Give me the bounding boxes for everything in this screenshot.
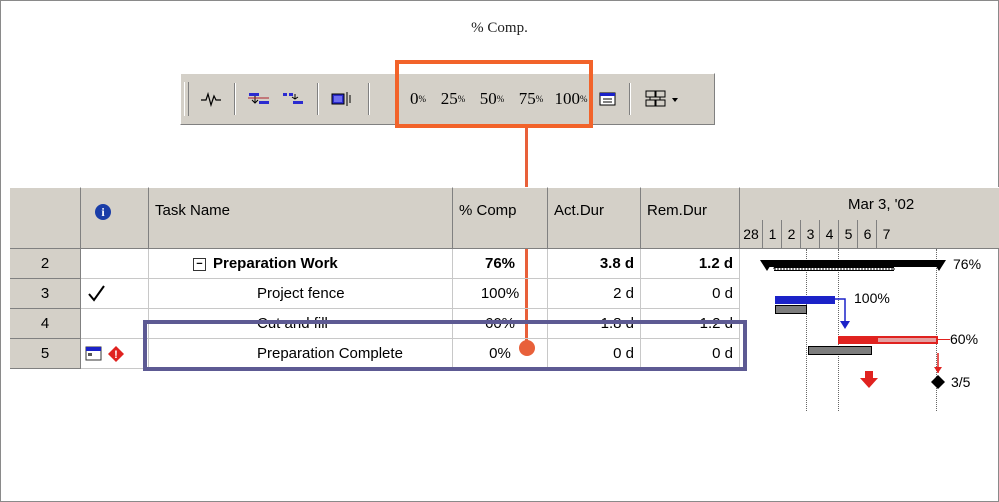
indicator-cell [81, 249, 149, 279]
indicator-cell [81, 309, 149, 339]
indicators-column-header[interactable]: i [81, 187, 149, 249]
cut-and-fill-row-highlight [143, 320, 747, 371]
day-label: 7 [876, 220, 896, 249]
row-header[interactable]: 2 [10, 249, 81, 279]
bar-label: 76% [953, 256, 982, 272]
chevron-down-icon [672, 98, 678, 102]
calendar-constraint-icon [85, 346, 102, 361]
link-icon[interactable] [245, 86, 273, 112]
link-arrow [835, 298, 850, 329]
day-label: 6 [857, 220, 877, 249]
day-label: 2 [781, 220, 801, 249]
toolbar-separator [234, 83, 236, 115]
milestone-arrow [860, 371, 878, 388]
day-label: 1 [762, 220, 782, 249]
collapse-icon[interactable]: − [193, 257, 206, 271]
progress-bar[interactable] [775, 296, 835, 304]
baseline-bar [808, 346, 872, 355]
toolbar-separator [629, 83, 631, 115]
split-task-icon[interactable] [197, 86, 225, 112]
column-header-pct-comp[interactable]: % Comp [453, 187, 548, 249]
figure-caption: % Comp. [471, 20, 528, 36]
connector-line [938, 339, 950, 340]
bar-label: 60% [950, 331, 979, 347]
reschedule-icon[interactable] [639, 86, 685, 112]
toolbar-grip[interactable] [184, 82, 189, 116]
baseline-bar [775, 305, 807, 314]
task-table: i Task Name % Comp Act.Dur Rem.Dur 2 − Pr… [10, 187, 740, 439]
column-header-act-dur[interactable]: Act.Dur [548, 187, 641, 249]
act-dur-cell[interactable]: 3.8 d [548, 249, 641, 279]
toolbar-separator [317, 83, 319, 115]
info-icon: i [95, 204, 111, 220]
task-name-cell[interactable]: − Preparation Work [149, 249, 453, 279]
pct-comp-cell[interactable]: 76% [453, 249, 548, 279]
act-dur-cell[interactable]: 2 d [548, 279, 641, 309]
gantt-chart: 76% 100% 60% 3/5 [740, 249, 999, 439]
column-header-rem-dur[interactable]: Rem.Dur [641, 187, 740, 249]
day-label: 28 [743, 226, 759, 242]
timescale-week-label: Mar 3, '02 [848, 196, 915, 213]
row-header[interactable]: 4 [10, 309, 81, 339]
check-icon [88, 285, 105, 302]
svg-text:!: ! [114, 349, 118, 361]
indicator-cell [81, 279, 149, 309]
indicator-cell: ! [81, 339, 149, 369]
column-header-task-name[interactable]: Task Name [149, 187, 453, 249]
day-label: 5 [838, 220, 858, 249]
rem-dur-cell[interactable]: 0 d [641, 279, 740, 309]
timescale-days: 28 1 2 3 4 5 6 7 [740, 220, 999, 249]
percent-complete-buttons-highlight [395, 60, 593, 128]
task-name-cell[interactable]: Project fence [149, 279, 453, 309]
alert-icon: ! [108, 346, 124, 362]
row-header[interactable]: 3 [10, 279, 81, 309]
summary-bar[interactable] [760, 257, 950, 275]
row-header[interactable]: 5 [10, 339, 81, 369]
day-label: 4 [819, 220, 839, 249]
pct-comp-cell[interactable]: 100% [453, 279, 548, 309]
notes-icon[interactable] [327, 86, 359, 112]
day-label: 3 [800, 220, 820, 249]
rem-dur-cell[interactable]: 1.2 d [641, 249, 740, 279]
remaining-bar [878, 338, 936, 342]
milestone-diamond[interactable] [928, 353, 948, 393]
unlink-icon[interactable] [279, 86, 307, 112]
toolbar-separator [368, 83, 370, 115]
bar-label: 100% [854, 290, 890, 306]
gantt-timescale: Mar 3, '02 28 1 2 3 4 5 6 7 [740, 187, 999, 249]
calendar-icon[interactable] [595, 86, 621, 112]
bar-label: 3/5 [951, 374, 971, 390]
select-all-corner[interactable] [10, 187, 81, 249]
callout-dot [519, 340, 535, 356]
